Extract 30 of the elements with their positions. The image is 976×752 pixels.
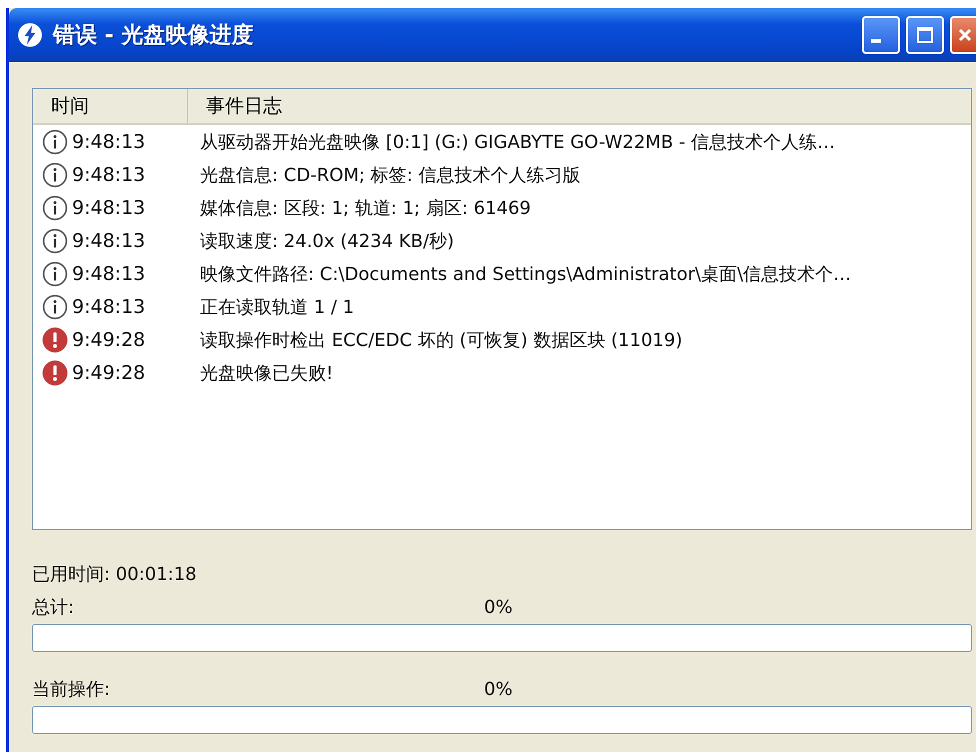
minimize-icon [871, 39, 881, 43]
close-button[interactable] [950, 16, 976, 54]
event-cell-text: 读取速度: 24.0x (4234 KB/秒) [200, 230, 454, 252]
column-header[interactable]: 事件日志 [188, 89, 971, 123]
time-cell: 9:48:13 [72, 262, 146, 284]
event-cell-text: 光盘映像已失败! [200, 362, 334, 384]
time-cell: 9:48:13 [72, 196, 146, 218]
minimize-button[interactable] [862, 16, 900, 54]
progress-label: 当前操作: [32, 678, 112, 701]
maximize-button[interactable] [906, 16, 944, 54]
window-title: 错误 - 光盘映像进度 [53, 22, 254, 50]
event-cell-text: 媒体信息: 区段: 1; 轨道: 1; 扇区: 61469 [200, 196, 531, 220]
progress-percent: 0% [484, 596, 513, 618]
event-cell-text: 光盘信息: CD-ROM; 标签: 信息技术个人练习版 [200, 164, 580, 186]
time-cell: 9:48:13 [72, 130, 146, 152]
time-cell: 9:48:13 [72, 296, 146, 318]
progress-percent: 0% [484, 678, 513, 700]
time-cell: 9:49:28 [72, 362, 146, 384]
maximize-icon [915, 25, 935, 45]
elapsed-time: 已用时间: 00:01:18 [32, 563, 198, 586]
time-cell: 9:48:13 [72, 164, 146, 186]
event-cell-text: 映像文件路径: C:\Documents and Settings\Administrator\桌面\信息技术个… [200, 262, 852, 286]
event-cell-text: 正在读取轨道 1 / 1 [200, 296, 354, 318]
lightning-icon [17, 22, 43, 48]
progress-label: 总计: [32, 596, 76, 619]
column-header[interactable]: 时间 [33, 89, 188, 123]
event-cell-text: 从驱动器开始光盘映像 [0:1] (G:) GIGABYTE GO-W22MB - 信息技术个人练… [200, 130, 836, 154]
event-cell-text: 读取操作时检出 ECC/EDC 坏的 (可恢复) 数据区块 (11019) [200, 328, 682, 352]
time-cell: 9:49:28 [72, 328, 146, 350]
time-cell: 9:48:13 [72, 230, 146, 252]
